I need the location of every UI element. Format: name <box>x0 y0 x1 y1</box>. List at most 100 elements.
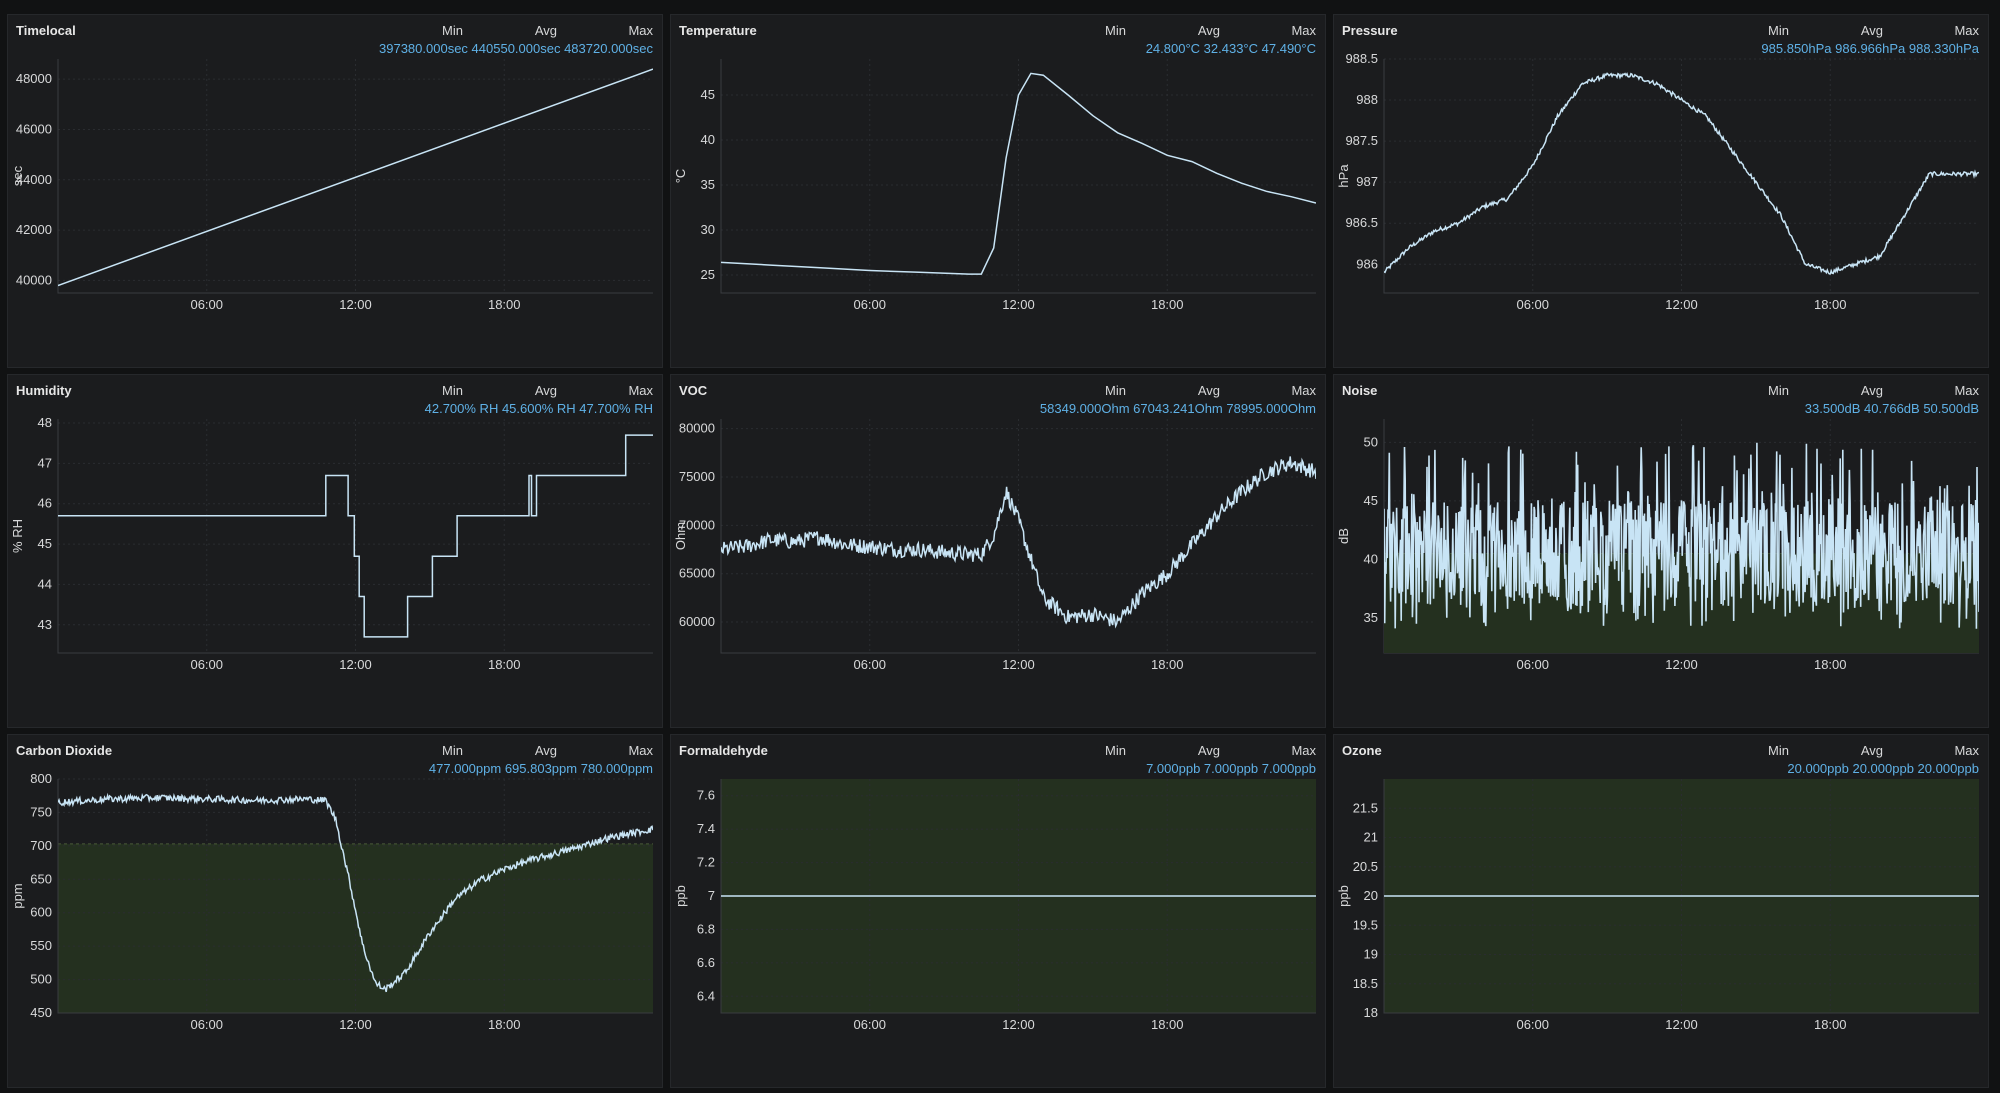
y-tick-label: 45 <box>38 536 52 551</box>
y-tick-label: 47 <box>38 455 52 470</box>
x-tick-label: 18:00 <box>488 657 521 672</box>
x-tick-label: 06:00 <box>853 297 886 312</box>
legend-values: 985.850hPa 986.966hPa 988.330hPa <box>1761 41 1979 56</box>
legend-value-max: 78995.000Ohm <box>1226 401 1316 416</box>
x-tick-label: 06:00 <box>190 297 223 312</box>
y-tick-label: 19.5 <box>1353 917 1378 932</box>
pressure-panel: Pressure 986 986.5 987 987.5 988 988.5 06:00 12:… <box>1333 14 1989 368</box>
legend-header-max: Max <box>1291 23 1316 38</box>
y-tick-label: 35 <box>1364 610 1378 625</box>
temperature-panel: Temperature 25 30 35 40 45 06:00 12:00 18:00 °C Mi… <box>670 14 1326 368</box>
voc-chart: 600006500070000750008000006:00 12:00 18:00… <box>673 383 1316 672</box>
legend-header-avg: Avg <box>535 743 557 758</box>
legend-values: 58349.000Ohm 67043.241Ohm 78995.000Ohm <box>1040 401 1316 416</box>
voc-panel: VOC 60000 65000 70000 75000 80000 06:00 12:00 18… <box>670 374 1326 728</box>
y-tick-label: 987.5 <box>1345 133 1378 148</box>
legend-values: 42.700% RH 45.600% RH 47.700% RH <box>425 401 653 416</box>
y-tick-label: 21.5 <box>1353 800 1378 815</box>
x-tick-label: 06:00 <box>190 657 223 672</box>
x-tick-label: 06:00 <box>853 657 886 672</box>
y-tick-label: 20.5 <box>1353 859 1378 874</box>
y-tick-label: 986 <box>1356 256 1378 271</box>
legend-header-max: Max <box>628 743 653 758</box>
legend-value-avg: 695.803ppm <box>505 761 581 776</box>
legend-header-avg: Avg <box>535 23 557 38</box>
x-tick-label: 12:00 <box>1665 657 1698 672</box>
legend-value-min: 20.000ppb <box>1787 761 1852 776</box>
legend-header-min: Min <box>1768 383 1789 398</box>
legend-value-min: 24.800°C <box>1146 41 1204 56</box>
y-tick-label: 80000 <box>679 421 715 436</box>
legend-value-min: 985.850hPa <box>1761 41 1835 56</box>
y-tick-label: 500 <box>30 972 52 987</box>
legend-header-min: Min <box>1768 23 1789 38</box>
y-tick-label: 6.8 <box>697 921 715 936</box>
legend-header-max: Max <box>628 383 653 398</box>
legend-header-avg: Avg <box>1198 743 1220 758</box>
y-tick-label: 43 <box>38 617 52 632</box>
ozone-panel: Ozone 18 18.5 19 19.5 20 20.5 21 21.5 06:00 12:00 1… <box>1333 734 1989 1088</box>
temperature-chart: 25 30 35 40 45 06:00 12:00 18:00 °C Min Avg Max 24.8… <box>673 23 1316 312</box>
x-tick-label: 12:00 <box>1665 297 1698 312</box>
legend-header-max: Max <box>1291 743 1316 758</box>
x-tick-label: 12:00 <box>1002 657 1035 672</box>
y-tick-label: 7 <box>708 888 715 903</box>
legend-header-min: Min <box>1105 23 1126 38</box>
series-line <box>1384 72 1979 275</box>
y-tick-label: 48 <box>38 415 52 430</box>
legend-value-avg: 7.000ppb <box>1204 761 1262 776</box>
legend-values: 24.800°C 32.433°C 47.490°C <box>1146 41 1316 56</box>
co2-panel: Carbon Dioxide 450 500 550 600 650 700 750 800 06… <box>7 734 663 1088</box>
legend-value-min: 477.000ppm <box>429 761 505 776</box>
ozone-chart: 18 18.5 19 19.5 20 20.5 21 21.5 06:00 12:00 18:00 p… <box>1336 743 1979 1032</box>
x-tick-label: 06:00 <box>853 1017 886 1032</box>
y-tick-label: 46000 <box>16 121 52 136</box>
timelocal-panel: Timelocal 40000 42000 44000 46000 48000 06:00 1… <box>7 14 663 368</box>
legend-header-min: Min <box>442 383 463 398</box>
y-axis-label: ppm <box>10 883 25 908</box>
legend-value-avg: 440550.000sec <box>472 41 565 56</box>
legend-header-avg: Avg <box>535 383 557 398</box>
y-tick-label: 60000 <box>679 614 715 629</box>
co2-chart: 450 500 550 600 650 700 750 800 06:00 12:00 18:00 p… <box>10 743 653 1032</box>
legend-values: 20.000ppb 20.000ppb 20.000ppb <box>1787 761 1979 776</box>
formaldehyde-chart: 6.4 6.6 6.8 7 7.2 7.4 7.6 06:00 12:00 18:00 ppb Min… <box>673 743 1316 1032</box>
y-tick-label: 450 <box>30 1005 52 1020</box>
legend-values: 33.500dB 40.766dB 50.500dB <box>1805 401 1979 416</box>
legend-value-min: 397380.000sec <box>379 41 472 56</box>
noise-chart: 35 40 45 50 06:00 12:00 18:00 dB Min Avg Max 33.500… <box>1336 383 1979 672</box>
y-tick-label: 40 <box>701 132 715 147</box>
y-tick-label: 986.5 <box>1345 215 1378 230</box>
y-tick-label: 46 <box>38 496 52 511</box>
legend-value-avg: 986.966hPa <box>1835 41 1909 56</box>
x-tick-label: 12:00 <box>339 657 372 672</box>
legend-header-min: Min <box>442 743 463 758</box>
x-tick-label: 12:00 <box>1002 297 1035 312</box>
y-tick-label: 988.5 <box>1345 51 1378 66</box>
humidity-panel: Humidity 43 44 45 46 47 48 06:00 12:00 18:00% RH M… <box>7 374 663 728</box>
y-axis-label: sec <box>10 165 25 186</box>
legend-header-max: Max <box>1954 383 1979 398</box>
legend-header-avg: Avg <box>1198 383 1220 398</box>
y-tick-label: 18.5 <box>1353 976 1378 991</box>
legend-value-max: 47.490°C <box>1262 41 1316 56</box>
y-axis-label: ppb <box>1336 885 1351 907</box>
y-axis-label: hPa <box>1336 164 1351 188</box>
formaldehyde-panel: Formaldehyde 6.4 6.6 6.8 7 7.2 7.4 7.6 06:00 12:0… <box>670 734 1326 1088</box>
legend-value-avg: 20.000ppb <box>1852 761 1917 776</box>
legend-value-avg: 32.433°C <box>1204 41 1262 56</box>
y-tick-label: 30 <box>701 222 715 237</box>
y-tick-label: 18 <box>1364 1005 1378 1020</box>
series-line <box>58 68 653 287</box>
legend-value-avg: 40.766dB <box>1864 401 1923 416</box>
legend-value-max: 7.000ppb <box>1262 761 1316 776</box>
x-tick-label: 18:00 <box>1814 297 1847 312</box>
timelocal-chart: 400004200044000460004800006:00 12:00 18:00… <box>10 23 653 312</box>
y-tick-label: 40 <box>1364 551 1378 566</box>
x-tick-label: 18:00 <box>1151 297 1184 312</box>
x-tick-label: 12:00 <box>339 1017 372 1032</box>
y-tick-label: 42000 <box>16 222 52 237</box>
y-tick-label: 20 <box>1364 888 1378 903</box>
y-tick-label: 700 <box>30 838 52 853</box>
legend-values: 7.000ppb 7.000ppb 7.000ppb <box>1146 761 1316 776</box>
